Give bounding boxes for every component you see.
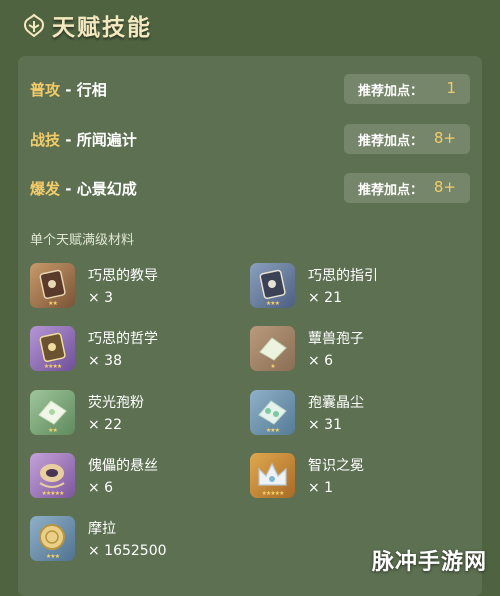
material-item: ★★ 巧思的教导 × 3 [30, 260, 240, 316]
material-quantity: × 1652500 [88, 543, 167, 559]
material-quantity: × 6 [88, 480, 114, 496]
skill-elemental-skill: 战技 - 所闻遍计 [30, 129, 137, 150]
material-name: 巧思的指引 [308, 268, 378, 284]
recommend-label: 推荐加点： [358, 134, 424, 149]
skill-elemental-burst: 爆发 - 心景幻成 [30, 178, 137, 199]
material-item: ★★★★★ 智识之冕 × 1 [250, 450, 460, 506]
crystal-dust-icon: ★★★ [250, 390, 295, 435]
material-item: ★★★ 摩拉 × 1652500 [30, 513, 240, 569]
book-icon: ★★★ [250, 263, 295, 308]
recommend-value: 8+ [433, 129, 456, 147]
material-item: ★★★★★ 傀儡的悬丝 × 6 [30, 450, 240, 506]
page-title: 天赋技能 [52, 15, 152, 41]
material-quantity: × 3 [88, 290, 114, 306]
talent-icon [23, 13, 45, 38]
powder-icon: ★★ [30, 390, 75, 435]
skill-separator: - [60, 81, 77, 99]
skill-name: 心景幻成 [76, 180, 137, 198]
recommend-pill-elemental-skill: 推荐加点： 8+ [344, 124, 470, 154]
skill-separator: - [60, 180, 77, 198]
material-name: 孢囊晶尘 [308, 395, 364, 411]
material-name: 荧光孢粉 [88, 395, 144, 411]
material-name: 巧思的教导 [88, 268, 158, 284]
spore-icon: ★ [250, 326, 295, 371]
skill-type: 爆发 [30, 180, 61, 198]
materials-section-title: 单个天赋满级材料 [30, 233, 135, 248]
skill-name: 行相 [76, 81, 107, 99]
material-quantity: × 31 [308, 417, 342, 433]
skill-name: 所闻遍计 [76, 131, 137, 149]
material-item: ★★★ 巧思的指引 × 21 [250, 260, 460, 316]
page-header: 天赋技能 [0, 0, 500, 50]
recommend-value: 1 [446, 79, 456, 97]
skill-separator: - [60, 131, 77, 149]
material-name: 傀儡的悬丝 [88, 458, 158, 474]
material-item: ★★★★ 巧思的哲学 × 38 [30, 323, 240, 379]
material-item: ★ 蕈兽孢子 × 6 [250, 323, 460, 379]
material-item: ★★★ 孢囊晶尘 × 31 [250, 387, 460, 443]
material-name: 巧思的哲学 [88, 331, 158, 347]
mora-coin-icon: ★★★ [30, 516, 75, 561]
puppet-string-icon: ★★★★★ [30, 453, 75, 498]
material-quantity: × 38 [88, 353, 122, 369]
material-quantity: × 21 [308, 290, 342, 306]
skill-type: 普攻 [30, 81, 61, 99]
material-quantity: × 6 [308, 353, 334, 369]
material-name: 蕈兽孢子 [308, 331, 364, 347]
material-quantity: × 22 [88, 417, 122, 433]
material-quantity: × 1 [308, 480, 334, 496]
book-icon: ★★★★ [30, 326, 75, 371]
recommend-pill-elemental-burst: 推荐加点： 8+ [344, 173, 470, 203]
book-icon: ★★ [30, 263, 75, 308]
material-item: ★★ 荧光孢粉 × 22 [30, 387, 240, 443]
crown-icon: ★★★★★ [250, 453, 295, 498]
skill-type: 战技 [30, 131, 61, 149]
skill-normal-attack: 普攻 - 行相 [30, 79, 107, 100]
recommend-value: 8+ [433, 178, 456, 196]
recommend-pill-normal-attack: 推荐加点： 1 [344, 74, 470, 104]
material-name: 智识之冕 [308, 458, 364, 474]
material-name: 摩拉 [88, 521, 116, 537]
watermark: 脉冲手游网 [372, 550, 488, 575]
recommend-label: 推荐加点： [358, 183, 424, 198]
recommend-label: 推荐加点： [358, 84, 424, 99]
